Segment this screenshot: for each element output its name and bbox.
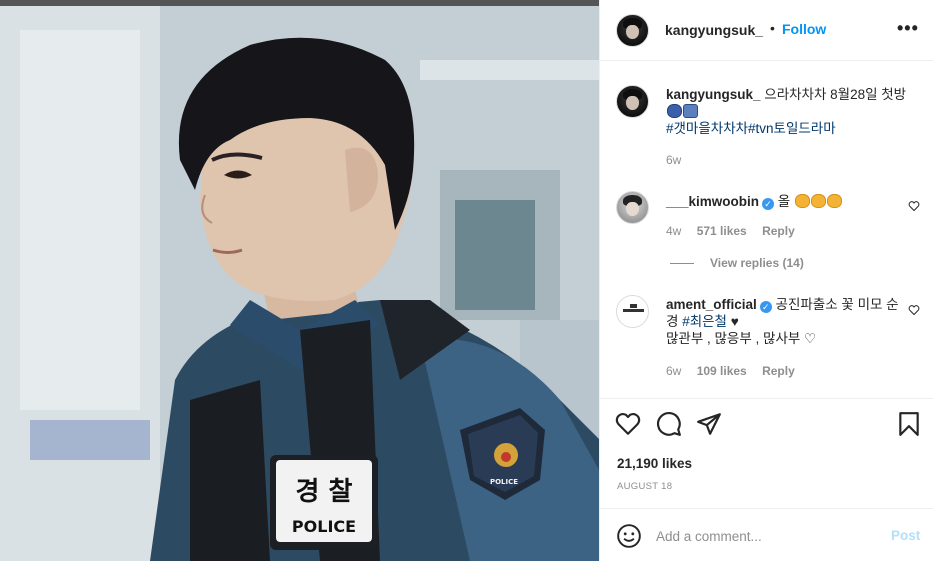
post-side-panel: kangyungsuk_ • Follow ••• kangyungsuk_ 으… — [599, 0, 933, 561]
reply-button[interactable]: Reply — [762, 224, 795, 238]
action-bar: 21,190 likes AUGUST 18 — [600, 398, 933, 508]
caption-age[interactable]: 6w — [666, 153, 681, 167]
view-replies-label[interactable]: View replies (14) — [710, 256, 804, 270]
comment-item: ament_official ✓ 공진파출소 꽃 미모 순경 #최은철 ♥ 많관부… — [600, 292, 933, 387]
share-icon[interactable] — [696, 411, 722, 437]
comment-age[interactable]: 6w — [666, 364, 681, 378]
verified-icon: ✓ — [759, 301, 772, 313]
author-username[interactable]: kangyungsuk_ — [665, 22, 763, 38]
header-separator: • — [770, 20, 775, 36]
clap-emoji-icon — [826, 194, 842, 208]
comment-age[interactable]: 4w — [666, 224, 681, 238]
caption-username[interactable]: kangyungsuk_ — [666, 87, 761, 102]
comment-input[interactable] — [656, 525, 876, 547]
more-icon[interactable]: ••• — [897, 18, 919, 39]
post-comment-button[interactable]: Post — [891, 528, 920, 543]
police-emoji-icon — [667, 104, 682, 118]
caption: kangyungsuk_ 으라차차차 8월28일 첫방 #갯마을차차차#tvn토… — [600, 82, 933, 172]
bookmark-icon[interactable] — [896, 411, 922, 437]
commenter-username[interactable]: ___kimwoobin — [666, 194, 759, 209]
comment-item: ___kimwoobin ✓ 올 4w 571 likes Reply — [600, 188, 933, 248]
reply-button[interactable]: Reply — [762, 364, 795, 378]
vest-patch-text-2: POLICE — [292, 517, 356, 536]
commenter-avatar[interactable] — [616, 295, 649, 328]
comment-hashtag[interactable]: #최은철 — [682, 314, 727, 329]
vest-patch-text-1: 경 찰 — [296, 477, 353, 507]
badge-text: POLICE — [490, 478, 518, 486]
author-avatar[interactable] — [616, 14, 649, 47]
comment-text-line2: 많관부 , 많응부 , 많사부 ♡ — [666, 331, 817, 346]
post-photo[interactable]: 경 찰 POLICE POLICE — [0, 0, 599, 561]
clap-emoji-icon — [794, 194, 810, 208]
post-date[interactable]: AUGUST 18 — [617, 481, 672, 492]
heart-small-icon[interactable] — [908, 200, 920, 212]
comment-heart-glyph: ♥ — [730, 314, 739, 329]
caption-avatar[interactable] — [616, 85, 649, 118]
heart-small-icon[interactable] — [908, 304, 920, 316]
commenter-avatar[interactable] — [616, 191, 649, 224]
likes-count[interactable]: 21,190 likes — [617, 456, 692, 471]
follow-button[interactable]: Follow — [782, 21, 826, 37]
caption-hashtags[interactable]: #갯마을차차차#tvn토일드라마 — [666, 121, 836, 136]
police-car-emoji-icon — [683, 104, 698, 118]
replies-divider — [670, 263, 694, 265]
comment-likes[interactable]: 109 likes — [697, 364, 747, 378]
verified-icon: ✓ — [762, 198, 775, 210]
add-comment-bar: Post — [600, 508, 933, 561]
comment-icon[interactable] — [656, 411, 682, 437]
comment-likes[interactable]: 571 likes — [697, 224, 747, 238]
view-replies-button[interactable]: View replies (14) — [670, 256, 804, 270]
comment-text: 올 — [777, 194, 791, 209]
post-header: kangyungsuk_ • Follow ••• — [600, 0, 933, 61]
smile-icon[interactable] — [616, 523, 642, 549]
clap-emoji-icon — [810, 194, 826, 208]
caption-text: 으라차차차 8월28일 첫방 — [764, 87, 907, 102]
commenter-username[interactable]: ament_official — [666, 297, 757, 312]
post-photo-art: 경 찰 POLICE POLICE — [0, 0, 599, 561]
comments-list[interactable]: kangyungsuk_ 으라차차차 8월28일 첫방 #갯마을차차차#tvn토… — [600, 62, 933, 398]
heart-icon[interactable] — [615, 411, 641, 437]
